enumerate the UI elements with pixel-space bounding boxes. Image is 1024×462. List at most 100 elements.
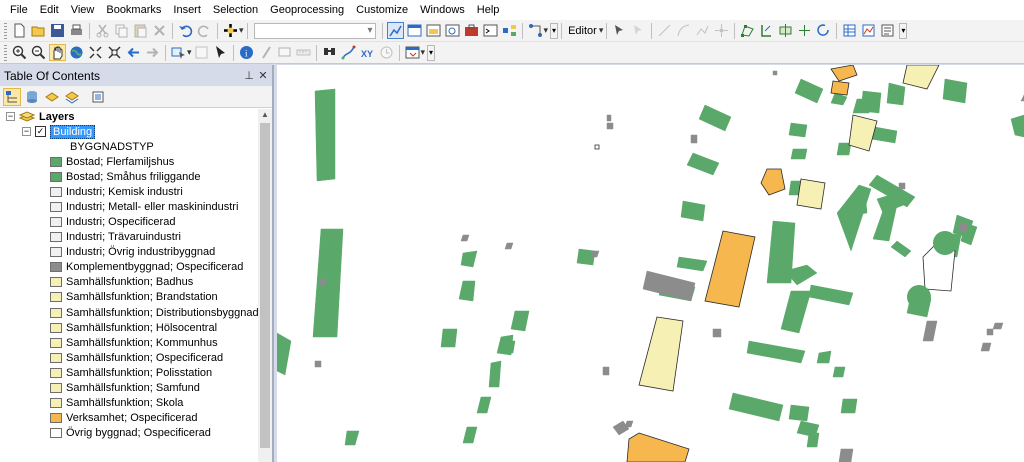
editor-toolbar-icon[interactable] bbox=[386, 22, 404, 39]
toc-window-icon[interactable] bbox=[406, 22, 423, 39]
building-polygon[interactable] bbox=[902, 65, 940, 90]
layers-row[interactable]: − Layers bbox=[6, 109, 74, 124]
building-polygon[interactable] bbox=[832, 366, 846, 378]
building-polygon[interactable] bbox=[314, 88, 336, 182]
find-icon[interactable] bbox=[321, 44, 338, 61]
edit-vertices-icon[interactable] bbox=[739, 22, 756, 39]
paste-icon[interactable] bbox=[132, 22, 149, 39]
scrollbar-thumb[interactable] bbox=[260, 123, 270, 448]
building-polygon[interactable] bbox=[872, 204, 898, 242]
legend-item[interactable]: Samhällsfunktion; Distributionsbyggnad bbox=[50, 305, 258, 320]
model-builder-icon[interactable] bbox=[501, 22, 518, 39]
building-layer-row[interactable]: − ✓ Building bbox=[22, 124, 96, 139]
open-icon[interactable] bbox=[30, 22, 47, 39]
building-polygon[interactable] bbox=[686, 152, 720, 176]
menu-file[interactable]: File bbox=[4, 0, 34, 20]
building-polygon[interactable] bbox=[958, 222, 968, 232]
straight-segment-icon[interactable] bbox=[656, 22, 673, 39]
building-polygon[interactable] bbox=[476, 396, 492, 414]
toc-scrollbar[interactable]: ▲ bbox=[258, 109, 272, 462]
collapse-icon[interactable]: − bbox=[6, 112, 15, 121]
legend-item[interactable]: Industri; Övrig industribyggnad bbox=[50, 245, 215, 260]
building-polygon[interactable] bbox=[460, 250, 478, 268]
building-polygon[interactable] bbox=[780, 290, 812, 334]
measure-icon[interactable] bbox=[295, 44, 312, 61]
building-polygon[interactable] bbox=[772, 70, 778, 76]
toolbar-overflow-icon[interactable]: ▾ bbox=[427, 44, 436, 61]
create-features-icon[interactable] bbox=[879, 22, 896, 39]
redo-icon[interactable] bbox=[196, 22, 213, 39]
pin-icon[interactable]: ⊥ bbox=[242, 69, 256, 82]
building-polygon[interactable] bbox=[790, 148, 808, 160]
building-polygon[interactable] bbox=[933, 231, 957, 255]
print-icon[interactable] bbox=[68, 22, 85, 39]
editor-dropdown-icon[interactable]: ▾ bbox=[599, 25, 604, 36]
building-polygon[interactable] bbox=[488, 360, 502, 388]
building-polygon[interactable] bbox=[806, 432, 820, 448]
add-data-dropdown-icon[interactable]: ▾ bbox=[239, 25, 244, 36]
pan-icon[interactable] bbox=[49, 44, 66, 61]
legend-item[interactable]: Bostad; Flerfamiljshus bbox=[50, 154, 174, 169]
building-polygon[interactable] bbox=[838, 448, 854, 462]
building-polygon[interactable] bbox=[794, 78, 824, 104]
legend-item[interactable]: Industri; Kemisk industri bbox=[50, 184, 183, 199]
building-polygon[interactable] bbox=[986, 328, 994, 336]
legend-item[interactable]: Samhällsfunktion; Brandstation bbox=[50, 290, 218, 305]
legend-item[interactable]: Samhällsfunktion; Samfund bbox=[50, 381, 200, 396]
building-polygon[interactable] bbox=[440, 328, 458, 348]
building-polygon[interactable] bbox=[830, 80, 850, 96]
menu-bookmarks[interactable]: Bookmarks bbox=[100, 0, 167, 20]
arctoolbox-icon[interactable] bbox=[463, 22, 480, 39]
zoom-out-icon[interactable] bbox=[30, 44, 47, 61]
undo-icon[interactable] bbox=[177, 22, 194, 39]
point-icon[interactable] bbox=[713, 22, 730, 39]
zoom-in-icon[interactable] bbox=[11, 44, 28, 61]
edit-tool-icon[interactable] bbox=[611, 22, 628, 39]
time-slider-icon[interactable] bbox=[378, 44, 395, 61]
toolbar-overflow-icon[interactable]: ▾ bbox=[550, 22, 559, 39]
clear-selection-icon[interactable] bbox=[193, 44, 210, 61]
legend-item[interactable]: Samhällsfunktion; Skola bbox=[50, 396, 183, 411]
full-extent-icon[interactable] bbox=[68, 44, 85, 61]
fixed-zoom-out-icon[interactable] bbox=[106, 44, 123, 61]
menu-windows[interactable]: Windows bbox=[414, 0, 471, 20]
menu-geoprocessing[interactable]: Geoprocessing bbox=[264, 0, 350, 20]
building-polygon[interactable] bbox=[344, 430, 360, 446]
sketch-properties-icon[interactable] bbox=[860, 22, 877, 39]
building-polygon[interactable] bbox=[458, 280, 476, 302]
building-polygon[interactable] bbox=[760, 168, 786, 196]
menu-selection[interactable]: Selection bbox=[207, 0, 264, 20]
building-polygon[interactable] bbox=[788, 404, 810, 422]
map-canvas[interactable] bbox=[277, 65, 1024, 462]
select-elements-icon[interactable] bbox=[212, 44, 229, 61]
trace-icon[interactable] bbox=[694, 22, 711, 39]
menu-insert[interactable]: Insert bbox=[167, 0, 207, 20]
rotate-icon[interactable] bbox=[815, 22, 832, 39]
legend-item[interactable]: Samhällsfunktion; Badhus bbox=[50, 275, 193, 290]
building-polygon[interactable] bbox=[502, 340, 516, 354]
building-polygon[interactable] bbox=[602, 366, 610, 376]
legend-item[interactable]: Industri; Ospecificerad bbox=[50, 214, 175, 229]
building-polygon[interactable] bbox=[676, 256, 708, 272]
delete-icon[interactable] bbox=[151, 22, 168, 39]
menu-view[interactable]: View bbox=[65, 0, 101, 20]
building-polygon[interactable] bbox=[594, 144, 600, 150]
building-polygon[interactable] bbox=[626, 432, 690, 462]
building-polygon[interactable] bbox=[606, 122, 614, 130]
select-features-icon[interactable] bbox=[170, 44, 187, 61]
legend-item[interactable]: Industri; Trävaruindustri bbox=[50, 230, 181, 245]
endpoint-arc-icon[interactable] bbox=[675, 22, 692, 39]
back-extent-icon[interactable] bbox=[125, 44, 142, 61]
connect-icon[interactable] bbox=[527, 22, 544, 39]
building-polygon[interactable] bbox=[712, 328, 722, 338]
building-polygon[interactable] bbox=[907, 285, 931, 309]
building-polygon[interactable] bbox=[922, 320, 938, 342]
viewer-dropdown-icon[interactable]: ▾ bbox=[421, 47, 426, 58]
create-viewer-window-icon[interactable] bbox=[404, 44, 421, 61]
building-polygon[interactable] bbox=[690, 134, 698, 144]
building-polygon[interactable] bbox=[460, 234, 470, 242]
list-by-source-icon[interactable] bbox=[23, 88, 41, 106]
html-popup-icon[interactable] bbox=[276, 44, 293, 61]
building-polygon[interactable] bbox=[886, 82, 906, 106]
legend-item[interactable]: Samhällsfunktion; Hölsocentral bbox=[50, 320, 217, 335]
